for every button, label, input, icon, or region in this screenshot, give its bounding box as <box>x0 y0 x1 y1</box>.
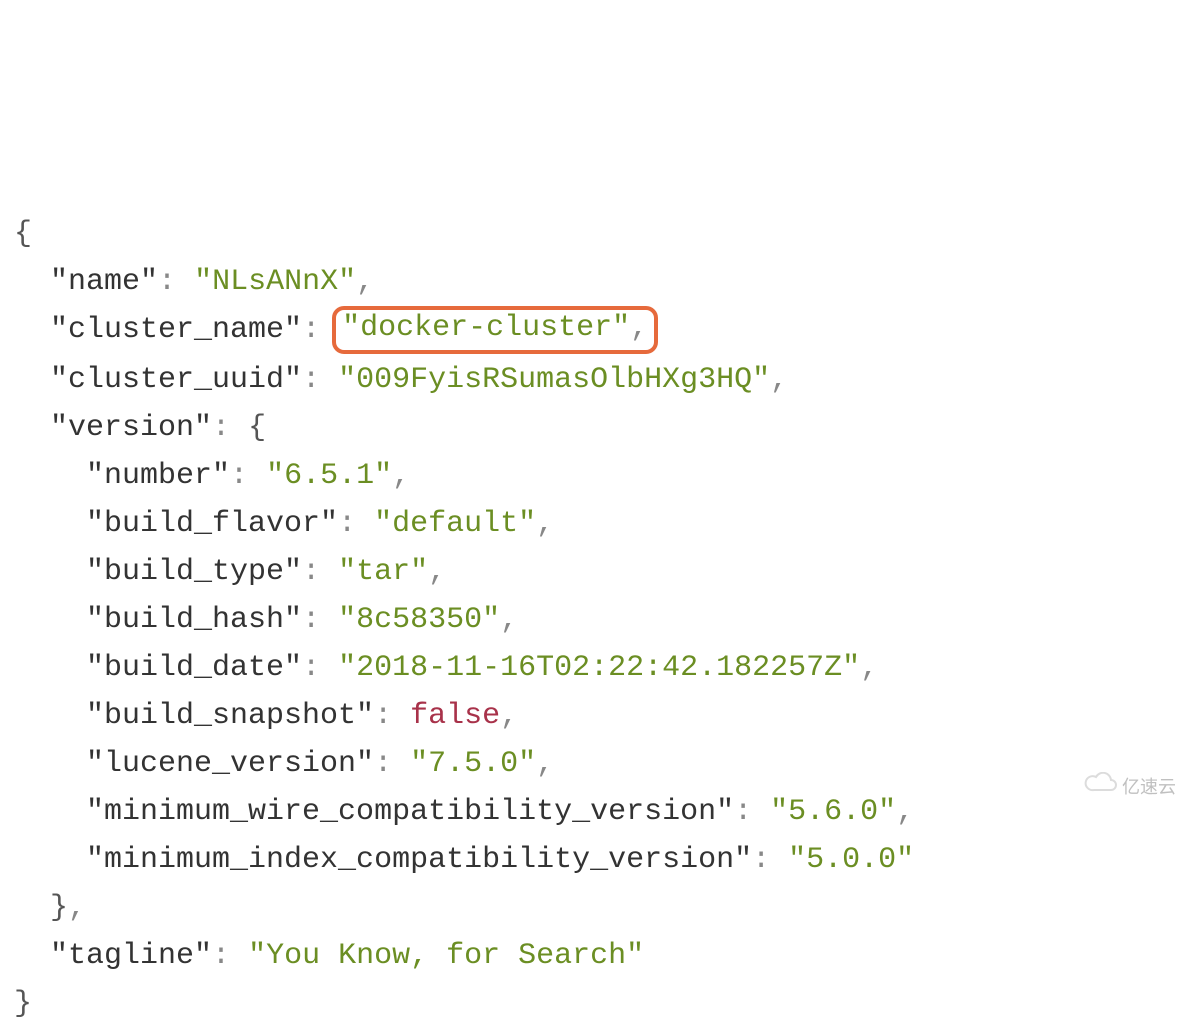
json-val-number: "6.5.1" <box>266 459 392 493</box>
colon: : <box>302 651 320 685</box>
json-val-build-snapshot: false <box>410 699 500 733</box>
comma: , <box>896 795 914 829</box>
comma: , <box>68 891 86 925</box>
colon: : <box>158 265 176 299</box>
json-key-min-wire: "minimum_wire_compatibility_version" <box>86 795 734 829</box>
highlight-cluster-name: "docker-cluster", <box>332 306 658 354</box>
colon: : <box>734 795 752 829</box>
brace-open: { <box>14 217 32 251</box>
brace-close: } <box>14 987 32 1021</box>
json-key-min-index: "minimum_index_compatibility_version" <box>86 843 752 877</box>
comma: , <box>770 363 788 397</box>
json-key-tagline: "tagline" <box>50 939 212 973</box>
json-key-number: "number" <box>86 459 230 493</box>
colon: : <box>230 459 248 493</box>
json-val-build-date: "2018-11-16T02:22:42.182257Z" <box>338 651 860 685</box>
json-val-min-index: "5.0.0" <box>788 843 914 877</box>
colon: : <box>302 555 320 589</box>
colon: : <box>212 411 230 445</box>
json-key-version: "version" <box>50 411 212 445</box>
json-key-build-snapshot: "build_snapshot" <box>86 699 374 733</box>
json-val-build-type: "tar" <box>338 555 428 589</box>
colon: : <box>302 603 320 637</box>
json-val-build-hash: "8c58350" <box>338 603 500 637</box>
comma: , <box>536 747 554 781</box>
comma: , <box>536 507 554 541</box>
comma: , <box>860 651 878 685</box>
colon: : <box>752 843 770 877</box>
watermark-text: 亿速云 <box>1122 773 1176 802</box>
json-key-cluster-uuid: "cluster_uuid" <box>50 363 302 397</box>
comma: , <box>500 603 518 637</box>
colon: : <box>212 939 230 973</box>
json-key-build-type: "build_type" <box>86 555 302 589</box>
json-val-build-flavor: "default" <box>374 507 536 541</box>
json-val-lucene-version: "7.5.0" <box>410 747 536 781</box>
json-val-cluster-uuid: "009FyisRSumasOlbHXg3HQ" <box>338 363 770 397</box>
json-key-build-flavor: "build_flavor" <box>86 507 338 541</box>
colon: : <box>374 747 392 781</box>
json-val-name: "NLsANnX" <box>194 265 356 299</box>
colon: : <box>302 363 320 397</box>
watermark: 亿速云 <box>1064 744 1176 832</box>
json-key-name: "name" <box>50 265 158 299</box>
brace-open: { <box>248 411 266 445</box>
colon: : <box>338 507 356 541</box>
json-val-cluster-name: "docker-cluster" <box>342 311 630 345</box>
comma: , <box>428 555 446 589</box>
json-key-build-hash: "build_hash" <box>86 603 302 637</box>
json-val-min-wire: "5.6.0" <box>770 795 896 829</box>
comma: , <box>500 699 518 733</box>
json-key-lucene-version: "lucene_version" <box>86 747 374 781</box>
colon: : <box>374 699 392 733</box>
json-key-build-date: "build_date" <box>86 651 302 685</box>
brace-close: } <box>50 891 68 925</box>
json-val-tagline: "You Know, for Search" <box>248 939 644 973</box>
json-key-cluster-name: "cluster_name" <box>50 313 302 347</box>
comma: , <box>392 459 410 493</box>
comma: , <box>630 311 648 345</box>
colon: : <box>302 313 320 347</box>
comma: , <box>356 265 374 299</box>
cloud-icon <box>1064 744 1118 832</box>
